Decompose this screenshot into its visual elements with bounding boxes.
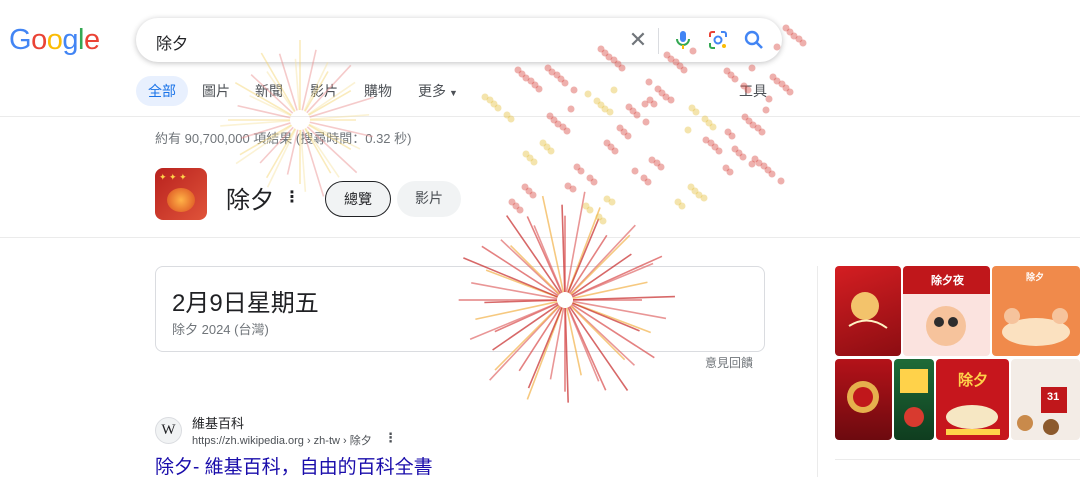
entity-title: 除夕 [226,187,274,214]
tab-videos[interactable]: 影片 [310,76,338,106]
google-logo[interactable]: Google [9,24,100,57]
answer-card: 2月9日星期五 除夕 2024 (台灣) [155,266,765,352]
more-vert-icon[interactable]: ⋮ [284,188,300,208]
image-tile-7[interactable]: 31 [1011,359,1080,440]
thumbnail-figure [167,188,195,212]
search-input[interactable]: 除夕 [156,30,188,54]
search-divider [658,28,659,54]
close-icon[interactable]: ✕ [626,28,650,52]
image-tile-1[interactable] [835,266,901,356]
result-stats: 約有 90,700,000 項結果 (搜尋時間：0.32 秒) [155,131,412,146]
logo-letter: G [9,24,32,56]
entity-divider [0,237,1080,238]
more-vert-icon[interactable]: ⋮ [384,430,397,446]
search-icon[interactable] [742,28,766,52]
entity-thumbnail[interactable]: ✦ ✦ ✦ [155,168,207,220]
image-tile-2[interactable]: 除夕夜 [903,266,990,356]
header-divider [0,116,1080,117]
tab-images[interactable]: 圖片 [202,76,230,106]
firework-burst-left [220,40,375,197]
image-tile-5[interactable] [894,359,934,440]
image-tile-4[interactable] [835,359,892,440]
image-caption: 31 [1047,391,1060,403]
tab-news[interactable]: 新聞 [255,76,283,106]
tab-more-label: 更多 [418,83,446,99]
image-tile-6[interactable]: 除夕 [936,359,1009,440]
image-caption: 除夕 [958,372,989,389]
search-bar[interactable]: 除夕 ✕ [136,18,782,62]
result-site-name[interactable]: 維基百科 [192,413,244,432]
logo-letter: e [83,24,100,56]
mic-icon[interactable] [671,28,695,52]
logo-letter: o [46,24,63,56]
thumbnail-decoration: ✦ ✦ ✦ [159,172,187,182]
answer-subtitle: 除夕 2024 (台灣) [172,322,269,337]
feedback-link[interactable]: 意見回饋 [705,354,753,371]
logo-letter: o [31,24,47,56]
chip-overview[interactable]: 總覽 [325,181,391,217]
side-panel-bottom-divider [835,459,1080,460]
side-panel-divider [817,266,818,477]
image-caption: 除夕 [1026,272,1045,282]
image-tile-3[interactable]: 除夕 [992,266,1080,356]
result-title-link[interactable]: 除夕- 維基百科，自由的百科全書 [155,452,433,477]
tab-all[interactable]: 全部 [136,76,188,106]
lens-icon[interactable] [706,28,730,52]
result-url[interactable]: https://zh.wikipedia.org › zh-tw › 除夕 [192,432,372,448]
caret-down-icon: ▼ [449,88,458,98]
logo-letter: g [62,24,78,56]
tools-button[interactable]: 工具 [739,76,767,106]
tab-shopping[interactable]: 購物 [364,76,392,106]
image-caption: 除夕夜 [931,275,964,287]
wikipedia-favicon-icon: W [155,417,182,444]
tab-more[interactable]: 更多 ▼ [418,76,458,106]
answer-date: 2月9日星期五 [172,290,319,317]
chip-videos[interactable]: 影片 [397,181,461,217]
